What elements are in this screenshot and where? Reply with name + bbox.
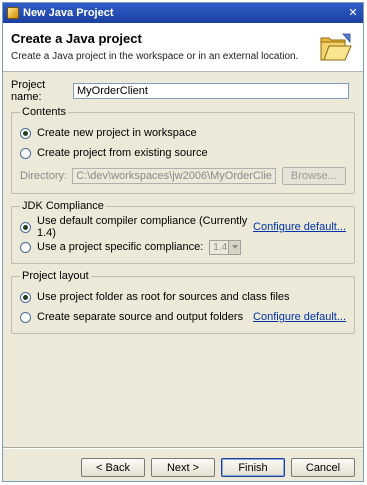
option-project-folder-root-label: Use project folder as root for sources a…: [37, 291, 290, 303]
option-new-project-label: Create new project in workspace: [37, 127, 197, 139]
close-icon[interactable]: ✕: [347, 7, 359, 19]
project-name-input[interactable]: [73, 83, 349, 99]
project-layout-group-title: Project layout: [20, 270, 91, 282]
compliance-level-value: 1.4: [213, 241, 228, 253]
button-bar: < Back Next > Finish Cancel: [75, 458, 355, 477]
option-new-project-in-workspace[interactable]: Create new project in workspace: [20, 123, 346, 143]
page-description: Create a Java project in the workspace o…: [11, 51, 299, 62]
compliance-level-select[interactable]: 1.4: [209, 239, 242, 255]
option-project-folder-as-root[interactable]: Use project folder as root for sources a…: [20, 287, 346, 307]
jdk-compliance-group: JDK Compliance Use default compiler comp…: [11, 200, 355, 264]
next-button[interactable]: Next >: [151, 458, 215, 477]
cancel-button[interactable]: Cancel: [291, 458, 355, 477]
radio-default-compliance[interactable]: [20, 221, 31, 233]
wizard-banner: Create a Java project Create a Java proj…: [3, 23, 363, 72]
directory-input[interactable]: [72, 168, 276, 184]
finish-button[interactable]: Finish: [221, 458, 285, 477]
directory-row: Directory: Browse...: [20, 165, 346, 187]
contents-group-title: Contents: [20, 106, 69, 118]
radio-existing-source[interactable]: [20, 147, 31, 159]
option-specific-compliance-label: Use a project specific compliance:: [37, 241, 204, 253]
contents-group: Contents Create new project in workspace…: [11, 106, 355, 194]
radio-project-folder-root[interactable]: [20, 291, 31, 303]
radio-separate-folders[interactable]: [20, 311, 31, 323]
option-project-from-existing-source[interactable]: Create project from existing source: [20, 143, 346, 163]
chevron-down-icon[interactable]: [228, 240, 241, 254]
option-existing-source-label: Create project from existing source: [37, 147, 208, 159]
project-name-row: Project name:: [11, 79, 355, 103]
jdk-compliance-group-title: JDK Compliance: [20, 200, 106, 212]
option-separate-folders-label: Create separate source and output folder…: [37, 311, 244, 323]
browse-button[interactable]: Browse...: [281, 167, 346, 185]
project-name-label: Project name:: [11, 79, 46, 103]
option-default-compliance-label: Use default compiler compliance (Current…: [37, 215, 248, 239]
java-project-icon: [7, 7, 19, 19]
back-button[interactable]: < Back: [81, 458, 145, 477]
project-layout-group: Project layout Use project folder as roo…: [11, 270, 355, 334]
jdk-configure-default-link[interactable]: Configure default...: [253, 221, 346, 233]
directory-label: Directory:: [20, 170, 68, 182]
page-title: Create a Java project: [11, 31, 142, 46]
window-title: New Java Project: [23, 7, 114, 19]
option-specific-compliance[interactable]: Use a project specific compliance: 1.4: [20, 237, 346, 257]
footer-divider: [3, 447, 363, 449]
layout-configure-default-link[interactable]: Configure default...: [253, 311, 346, 323]
option-separate-folders[interactable]: Create separate source and output folder…: [20, 307, 346, 327]
wizard-content: Project name: Contents Create new projec…: [3, 79, 363, 334]
option-default-compliance[interactable]: Use default compiler compliance (Current…: [20, 215, 346, 239]
radio-specific-compliance[interactable]: [20, 241, 31, 253]
radio-new-project[interactable]: [20, 127, 31, 139]
folder-wizard-icon: [320, 33, 352, 61]
title-bar[interactable]: New Java Project ✕: [3, 3, 363, 23]
new-java-project-dialog: New Java Project ✕ Create a Java project…: [2, 2, 364, 482]
